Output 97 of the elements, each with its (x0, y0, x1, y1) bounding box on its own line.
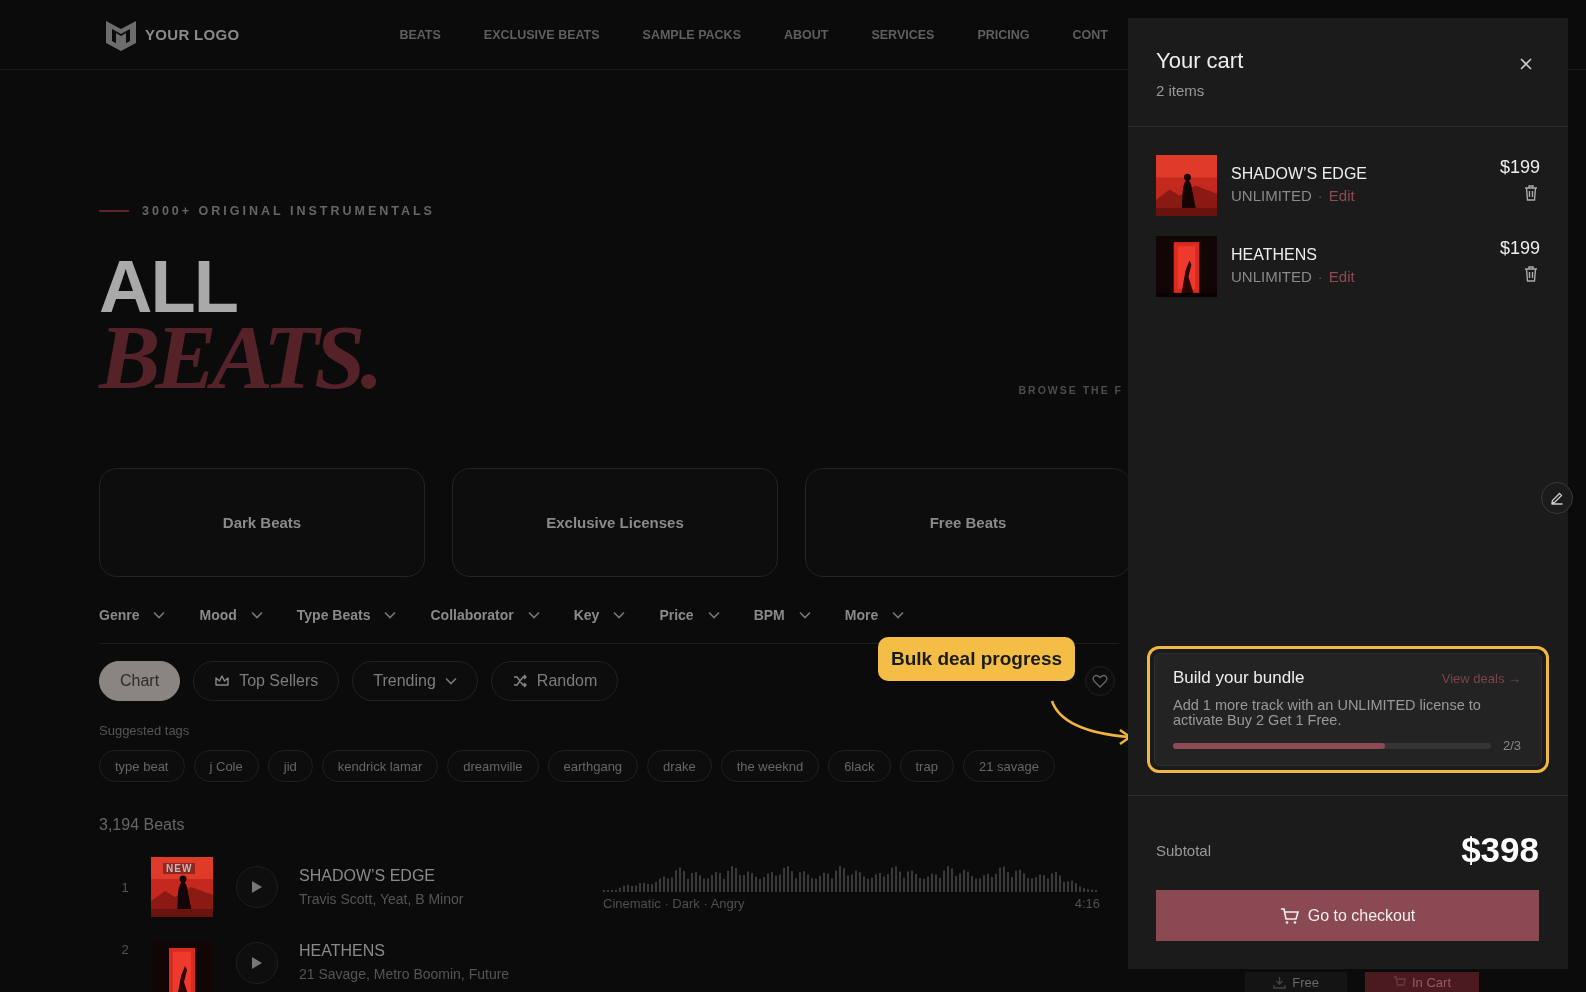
track-number: 1 (120, 879, 130, 895)
side-note: BROWSE THE F (1018, 384, 1123, 396)
edit-link[interactable]: Edit (1328, 187, 1355, 204)
sort-button[interactable]: Trending (352, 661, 478, 701)
nav-link[interactable]: ABOUT (783, 27, 829, 42)
trash-icon (1522, 184, 1540, 202)
filter-dropdown[interactable]: More (844, 607, 905, 623)
section-label: Suggested tags (99, 723, 191, 738)
filter-dropdown[interactable]: Price (659, 607, 720, 623)
cart-title: Your cart (1156, 48, 1244, 74)
favorite-button[interactable] (1085, 666, 1115, 696)
free-download-button[interactable]: Free (1245, 972, 1347, 992)
tag-chip[interactable]: earthgang (547, 750, 639, 782)
checkout-button[interactable]: Go to checkout (1156, 890, 1539, 941)
filter-dropdown[interactable]: Key (573, 607, 626, 623)
chevron-icon (153, 611, 166, 619)
filter-dropdown[interactable]: Mood (199, 607, 263, 623)
nav-link[interactable]: PRICING (977, 27, 1030, 42)
play-icon (251, 956, 263, 970)
category-card[interactable]: Free Beats (805, 468, 1131, 577)
track-title[interactable]: SHADOW’S EDGE (299, 867, 579, 885)
shuffle-icon (511, 673, 528, 689)
track-artists: 21 Savage, Metro Boomin, Future (299, 966, 511, 982)
cart-icon (1393, 975, 1406, 989)
filter-dropdown[interactable]: Genre (99, 607, 166, 623)
item-title: HEATHENS (1231, 246, 1318, 264)
callout-label: Bulk deal progress (878, 637, 1076, 681)
play-button[interactable] (236, 942, 278, 984)
accent-line (99, 210, 129, 212)
tag-chip[interactable]: kendrick lamar (321, 750, 439, 782)
hero-title: ALL (99, 256, 237, 318)
trash-icon (1522, 265, 1540, 283)
license-label: UNLIMITED (1231, 268, 1312, 285)
tag-chip[interactable]: j Cole (193, 750, 259, 782)
tag-chip[interactable]: drake (647, 750, 712, 782)
pencil-icon (1550, 491, 1564, 505)
tag-chip[interactable]: jid (267, 750, 313, 782)
tag-chip[interactable]: 21 savage (962, 750, 1055, 782)
nav-link[interactable]: SERVICES (871, 27, 935, 42)
play-icon (251, 880, 263, 894)
chevron-icon (527, 611, 540, 619)
cart-icon (1279, 906, 1300, 925)
chevron-icon (250, 611, 263, 619)
tag-chip[interactable]: the weeknd (720, 750, 820, 782)
remove-button[interactable] (1522, 184, 1540, 202)
separator-dot: · (1317, 187, 1323, 204)
chevron-icon (613, 611, 626, 619)
tag-chip[interactable]: type beat (99, 750, 185, 782)
track-duration: 4:16 (1074, 895, 1100, 911)
sort-button[interactable]: Chart (99, 661, 181, 701)
chevron-icon (892, 611, 905, 619)
track-tags: Cinematic · Dark · Angry (603, 895, 745, 911)
track-title[interactable]: HEATHENS (299, 942, 579, 960)
cart-button[interactable]: In Cart (1365, 972, 1479, 992)
separator-dot: · (1317, 268, 1323, 285)
item-title: SHADOW’S EDGE (1231, 165, 1368, 183)
download-icon (1273, 975, 1287, 989)
nav-link[interactable]: CONT (1072, 27, 1108, 42)
view-deals-link[interactable]: View deals → (1441, 670, 1521, 686)
license-label: UNLIMITED (1231, 187, 1312, 204)
filter-dropdown[interactable]: BPM (753, 607, 811, 623)
item-price: $199 (1499, 238, 1540, 259)
hero-title: BEATS. (99, 318, 379, 396)
remove-button[interactable] (1522, 265, 1540, 283)
sort-button[interactable]: Top Sellers (193, 661, 340, 701)
new-badge: NEW (163, 863, 196, 874)
subtotal-label: Subtotal (1156, 841, 1212, 859)
filter-dropdown[interactable]: Type Beats (296, 607, 397, 623)
subtotal-amount: $398 (1461, 830, 1539, 870)
track-artists: Travis Scott, Yeat, B Minor (299, 891, 465, 907)
eyebrow-text: 3000+ ORIGINAL INSTRUMENTALS (142, 204, 435, 218)
nav-link[interactable]: BEATS (399, 27, 441, 42)
nav-link[interactable]: EXCLUSIVE BEATS (483, 27, 600, 42)
bundle-message: Add 1 more track with an UNLIMITED license to activate Buy 2 Get 1 Free. (1173, 698, 1482, 728)
filter-dropdown[interactable]: Collaborator (430, 607, 540, 623)
nav-link[interactable]: SAMPLE PACKS (642, 27, 741, 42)
tag-chip[interactable]: dreamville (447, 750, 539, 782)
item-count: 2 items (1156, 82, 1206, 99)
chevron-icon (384, 611, 397, 619)
sort-button[interactable]: Random (490, 661, 619, 701)
logo-text[interactable]: YOUR LOGO (145, 26, 240, 43)
item-price: $199 (1499, 157, 1540, 178)
track-number: 2 (120, 942, 130, 957)
edit-link[interactable]: Edit (1328, 268, 1355, 285)
heart-icon (1092, 674, 1108, 688)
tag-chip[interactable]: 6lack (828, 750, 891, 782)
progress-count: 2/3 (1502, 738, 1521, 753)
category-card[interactable]: Exclusive Licenses (452, 468, 778, 577)
chevron-icon (707, 611, 720, 619)
bundle-title: Build your bundle (1173, 668, 1305, 688)
tag-chip[interactable]: trap (899, 750, 954, 782)
crown-icon (214, 673, 231, 689)
category-card[interactable]: Dark Beats (99, 468, 425, 577)
chevron-icon (798, 611, 811, 619)
results-count: 3,194 Beats (99, 816, 186, 834)
play-button[interactable] (236, 866, 278, 908)
chevron-icon (444, 677, 457, 685)
